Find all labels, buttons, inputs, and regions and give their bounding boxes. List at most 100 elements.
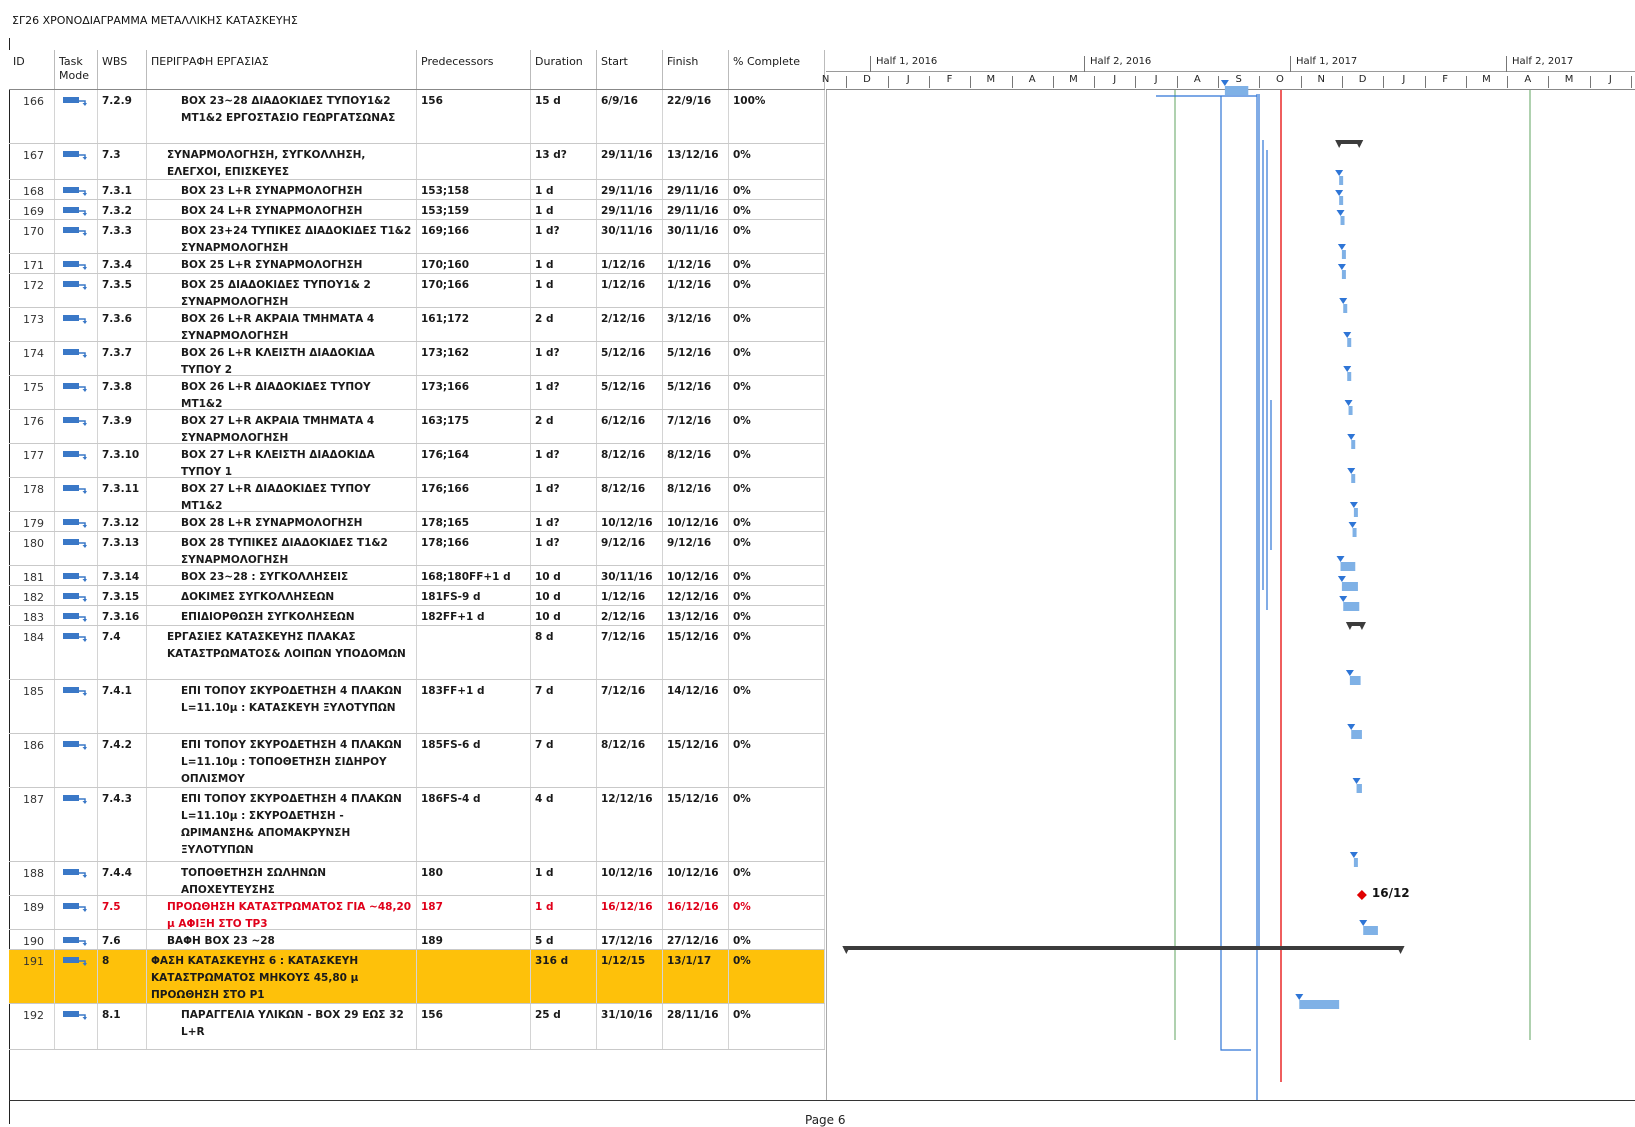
task-name[interactable]: ΒΟΧ 23+24 ΤΥΠΙΚΕΣ ΔΙΑΔΟΚΙΔΕΣ Τ1&2 ΣΥΝΑΡΜ… xyxy=(147,220,417,253)
task-finish[interactable]: 27/12/16 xyxy=(663,930,729,949)
task-start[interactable]: 29/11/16 xyxy=(597,180,663,199)
task-predecessors[interactable]: 176;166 xyxy=(417,478,531,511)
task-percent-complete[interactable]: 0% xyxy=(729,254,825,273)
task-predecessors[interactable]: 178;166 xyxy=(417,532,531,565)
task-percent-complete[interactable]: 0% xyxy=(729,930,825,949)
col-header-finish[interactable]: Finish xyxy=(663,50,729,89)
task-percent-complete[interactable]: 0% xyxy=(729,342,825,375)
task-predecessors[interactable]: 163;175 xyxy=(417,410,531,443)
task-name[interactable]: ΒΟΧ 26 L+R ΔΙΑΔΟΚΙΔΕΣ ΤΥΠΟΥ ΜΤ1&2 xyxy=(147,376,417,409)
task-finish[interactable]: 5/12/16 xyxy=(663,376,729,409)
task-predecessors[interactable]: 182FF+1 d xyxy=(417,606,531,625)
table-row[interactable]: 169 7.3.2 ΒΟΧ 24 L+R ΣΥΝΑΡΜΟΛΟΓΗΣΗ 153;159 1… xyxy=(9,200,825,220)
task-name[interactable]: ΒΟΧ 23 L+R ΣΥΝΑΡΜΟΛΟΓΗΣΗ xyxy=(147,180,417,199)
task-percent-complete[interactable]: 0% xyxy=(729,478,825,511)
task-predecessors[interactable]: 168;180FF+1 d xyxy=(417,566,531,585)
table-row[interactable]: 182 7.3.15 ΔΟΚΙΜΕΣ ΣΥΓΚΟΛΛΗΣΕΩΝ 181FS-9 d 10… xyxy=(9,586,825,606)
task-start[interactable]: 1/12/16 xyxy=(597,586,663,605)
task-predecessors[interactable]: 187 xyxy=(417,896,531,929)
task-percent-complete[interactable]: 0% xyxy=(729,788,825,861)
task-percent-complete[interactable]: 0% xyxy=(729,180,825,199)
task-start[interactable]: 12/12/16 xyxy=(597,788,663,861)
task-predecessors[interactable] xyxy=(417,626,531,679)
task-start[interactable]: 2/12/16 xyxy=(597,308,663,341)
task-name[interactable]: ΒΟΧ 26 L+R ΑΚΡΑΙΑ ΤΜΗΜΑΤΑ 4 ΣΥΝΑΡΜΟΛΟΓΗΣ… xyxy=(147,308,417,341)
task-duration[interactable]: 1 d? xyxy=(531,512,597,531)
col-header-task-name[interactable]: ΠΕΡΙΓΡΑΦΗ ΕΡΓΑΣΙΑΣ xyxy=(147,50,417,89)
task-percent-complete[interactable]: 0% xyxy=(729,566,825,585)
table-row[interactable]: 191 8 ΦΑΣΗ ΚΑΤΑΣΚΕΥΗΣ 6 : ΚΑΤΑΣΚΕΥΗ ΚΑΤΑΣΤ… xyxy=(9,950,825,1004)
task-name[interactable]: ΒΟΧ 25 L+R ΣΥΝΑΡΜΟΛΟΓΗΣΗ xyxy=(147,254,417,273)
task-percent-complete[interactable]: 0% xyxy=(729,376,825,409)
task-start[interactable]: 6/12/16 xyxy=(597,410,663,443)
task-start[interactable]: 8/12/16 xyxy=(597,734,663,787)
task-duration[interactable]: 5 d xyxy=(531,930,597,949)
task-predecessors[interactable]: 170;160 xyxy=(417,254,531,273)
task-start[interactable]: 29/11/16 xyxy=(597,200,663,219)
table-row[interactable]: 187 7.4.3 ΕΠΙ ΤΟΠΟΥ ΣΚΥΡΟΔΕΤΗΣΗ 4 ΠΛΑΚΩΝ L… xyxy=(9,788,825,862)
task-duration[interactable]: 1 d? xyxy=(531,444,597,477)
col-header-wbs[interactable]: WBS xyxy=(98,50,147,89)
task-predecessors[interactable]: 156 xyxy=(417,1004,531,1049)
task-predecessors[interactable]: 156 xyxy=(417,90,531,143)
table-row[interactable]: 173 7.3.6 ΒΟΧ 26 L+R ΑΚΡΑΙΑ ΤΜΗΜΑΤΑ 4 ΣΥΝΑ… xyxy=(9,308,825,342)
task-percent-complete[interactable]: 0% xyxy=(729,862,825,895)
table-row[interactable]: 174 7.3.7 ΒΟΧ 26 L+R ΚΛΕΙΣΤΗ ΔΙΑΔΟΚΙΔΑ ΤΥΠ… xyxy=(9,342,825,376)
task-start[interactable]: 7/12/16 xyxy=(597,626,663,679)
task-start[interactable]: 5/12/16 xyxy=(597,342,663,375)
task-duration[interactable]: 316 d xyxy=(531,950,597,1003)
task-name[interactable]: ΒΑΦΗ ΒΟΧ 23 ~28 xyxy=(147,930,417,949)
task-name[interactable]: ΤΟΠΟΘΕΤΗΣΗ ΣΩΛΗΝΩΝ ΑΠΟΧΕΥΤΕΥΣΗΣ xyxy=(147,862,417,895)
task-duration[interactable]: 2 d xyxy=(531,410,597,443)
task-finish[interactable]: 10/12/16 xyxy=(663,512,729,531)
task-finish[interactable]: 8/12/16 xyxy=(663,444,729,477)
task-name[interactable]: ΕΠΙ ΤΟΠΟΥ ΣΚΥΡΟΔΕΤΗΣΗ 4 ΠΛΑΚΩΝ L=11.10μ … xyxy=(147,788,417,861)
task-percent-complete[interactable]: 0% xyxy=(729,586,825,605)
task-name[interactable]: ΕΠΙΔΙΟΡΘΩΣΗ ΣΥΓΚΟΛΗΣΕΩΝ xyxy=(147,606,417,625)
task-percent-complete[interactable]: 0% xyxy=(729,734,825,787)
task-finish[interactable]: 10/12/16 xyxy=(663,566,729,585)
task-predecessors[interactable]: 176;164 xyxy=(417,444,531,477)
task-name[interactable]: ΒΟΧ 25 ΔΙΑΔΟΚΙΔΕΣ ΤΥΠΟΥ1& 2 ΣΥΝΑΡΜΟΛΟΓΗΣ… xyxy=(147,274,417,307)
task-name[interactable]: ΒΟΧ 27 L+R ΚΛΕΙΣΤΗ ΔΙΑΔΟΚΙΔΑ ΤΥΠΟΥ 1 xyxy=(147,444,417,477)
task-predecessors[interactable]: 170;166 xyxy=(417,274,531,307)
task-name[interactable]: ΒΟΧ 23~28 : ΣΥΓΚΟΛΛΗΣΕΙΣ xyxy=(147,566,417,585)
task-finish[interactable]: 22/9/16 xyxy=(663,90,729,143)
task-start[interactable]: 9/12/16 xyxy=(597,532,663,565)
task-finish[interactable]: 15/12/16 xyxy=(663,626,729,679)
task-predecessors[interactable]: 169;166 xyxy=(417,220,531,253)
task-percent-complete[interactable]: 0% xyxy=(729,1004,825,1049)
task-duration[interactable]: 1 d? xyxy=(531,220,597,253)
table-row[interactable]: 179 7.3.12 ΒΟΧ 28 L+R ΣΥΝΑΡΜΟΛΟΓΗΣΗ 178;165… xyxy=(9,512,825,532)
task-duration[interactable]: 1 d? xyxy=(531,532,597,565)
task-start[interactable]: 8/12/16 xyxy=(597,444,663,477)
task-predecessors[interactable]: 153;158 xyxy=(417,180,531,199)
task-start[interactable]: 16/12/16 xyxy=(597,896,663,929)
task-finish[interactable]: 7/12/16 xyxy=(663,410,729,443)
task-name[interactable]: ΕΠΙ ΤΟΠΟΥ ΣΚΥΡΟΔΕΤΗΣΗ 4 ΠΛΑΚΩΝ L=11.10μ … xyxy=(147,734,417,787)
table-row[interactable]: 184 7.4 ΕΡΓΑΣΙΕΣ ΚΑΤΑΣΚΕΥΗΣ ΠΛΑΚΑΣ ΚΑΤΑΣΤΡ… xyxy=(9,626,825,680)
task-name[interactable]: ΕΠΙ ΤΟΠΟΥ ΣΚΥΡΟΔΕΤΗΣΗ 4 ΠΛΑΚΩΝ L=11.10μ … xyxy=(147,680,417,733)
gantt-chart[interactable]: Half 1, 2016 Half 2, 2016 Half 1, 2017 Half… xyxy=(822,50,1635,1100)
task-percent-complete[interactable]: 0% xyxy=(729,606,825,625)
task-finish[interactable]: 29/11/16 xyxy=(663,180,729,199)
task-start[interactable]: 17/12/16 xyxy=(597,930,663,949)
task-finish[interactable]: 15/12/16 xyxy=(663,788,729,861)
task-start[interactable]: 1/12/16 xyxy=(597,254,663,273)
task-predecessors[interactable]: 181FS-9 d xyxy=(417,586,531,605)
task-name[interactable]: ΒΟΧ 26 L+R ΚΛΕΙΣΤΗ ΔΙΑΔΟΚΙΔΑ ΤΥΠΟΥ 2 xyxy=(147,342,417,375)
col-header-duration[interactable]: Duration xyxy=(531,50,597,89)
task-finish[interactable]: 30/11/16 xyxy=(663,220,729,253)
table-row[interactable]: 181 7.3.14 ΒΟΧ 23~28 : ΣΥΓΚΟΛΛΗΣΕΙΣ 168;180… xyxy=(9,566,825,586)
task-finish[interactable]: 28/11/16 xyxy=(663,1004,729,1049)
task-name[interactable]: ΕΡΓΑΣΙΕΣ ΚΑΤΑΣΚΕΥΗΣ ΠΛΑΚΑΣ ΚΑΤΑΣΤΡΩΜΑΤΟΣ… xyxy=(147,626,417,679)
task-percent-complete[interactable]: 0% xyxy=(729,220,825,253)
table-row[interactable]: 166 7.2.9 ΒΟΧ 23~28 ΔΙΑΔΟΚΙΔΕΣ ΤΥΠΟΥ1&2 ΜΤ… xyxy=(9,90,825,144)
task-finish[interactable]: 14/12/16 xyxy=(663,680,729,733)
task-duration[interactable]: 2 d xyxy=(531,308,597,341)
task-duration[interactable]: 1 d? xyxy=(531,478,597,511)
task-duration[interactable]: 1 d xyxy=(531,254,597,273)
task-finish[interactable]: 13/1/17 xyxy=(663,950,729,1003)
task-finish[interactable]: 8/12/16 xyxy=(663,478,729,511)
task-predecessors[interactable] xyxy=(417,144,531,179)
